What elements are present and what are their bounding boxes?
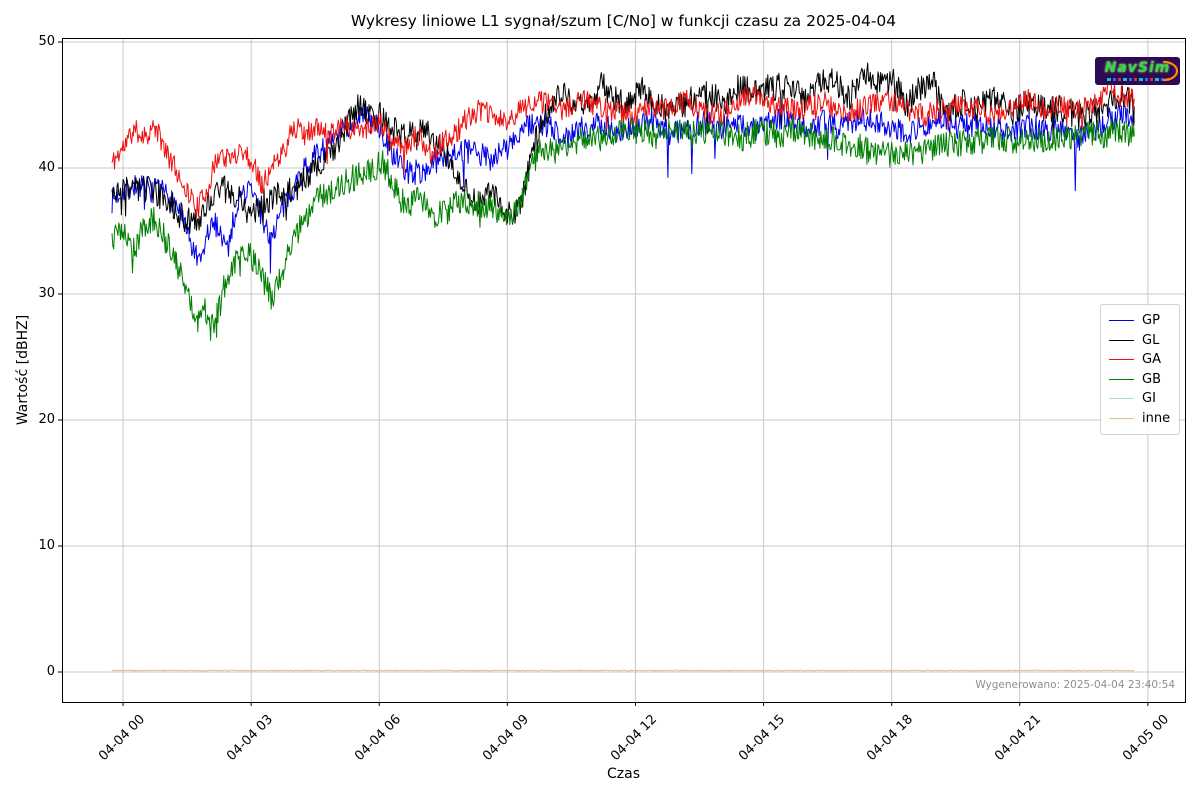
legend-label: inne — [1142, 410, 1171, 426]
legend-item-GB: GB — [1109, 370, 1179, 390]
legend-item-GI: GI — [1109, 389, 1179, 409]
legend-label: GA — [1142, 352, 1161, 368]
chart-title: Wykresy liniowe L1 sygnał/szum [C/No] w … — [350, 12, 897, 30]
series-GL — [111, 62, 1135, 235]
x-axis-label: Czas — [607, 766, 640, 782]
series-GA — [111, 76, 1135, 218]
legend-item-GP: GP — [1109, 311, 1179, 331]
legend-line-sample — [1109, 359, 1134, 361]
legend-label: GP — [1142, 313, 1160, 329]
legend-line-sample — [1109, 339, 1134, 341]
y-tick-label: 50 — [38, 34, 55, 50]
navsim-logo-swoosh — [1162, 60, 1178, 82]
legend-item-GA: GA — [1109, 350, 1179, 370]
legend-line-sample — [1109, 320, 1134, 322]
legend-label: GI — [1142, 391, 1156, 407]
series-GB — [111, 116, 1135, 341]
y-tick-label: 10 — [38, 538, 55, 554]
y-tick-label: 20 — [38, 412, 55, 428]
y-tick-label: 0 — [46, 664, 55, 679]
y-tick-label: 40 — [38, 160, 55, 176]
y-tick-label: 30 — [38, 286, 55, 302]
legend: GP GL GA GB GI inne — [1100, 304, 1180, 435]
generated-timestamp: Wygenerowano: 2025-04-04 23:40:54 — [975, 679, 1175, 691]
legend-item-GL: GL — [1109, 331, 1179, 351]
legend-line-sample — [1109, 417, 1134, 419]
chart-figure: Wykresy liniowe L1 sygnał/szum [C/No] w … — [0, 0, 1200, 800]
legend-line-sample — [1109, 378, 1134, 380]
navsim-logo: NavSim — [1095, 57, 1180, 85]
legend-line-sample — [1109, 398, 1134, 400]
legend-label: GL — [1142, 332, 1160, 348]
legend-item-inne: inne — [1109, 409, 1179, 429]
legend-label: GB — [1142, 371, 1161, 387]
series-inne — [111, 669, 1135, 672]
